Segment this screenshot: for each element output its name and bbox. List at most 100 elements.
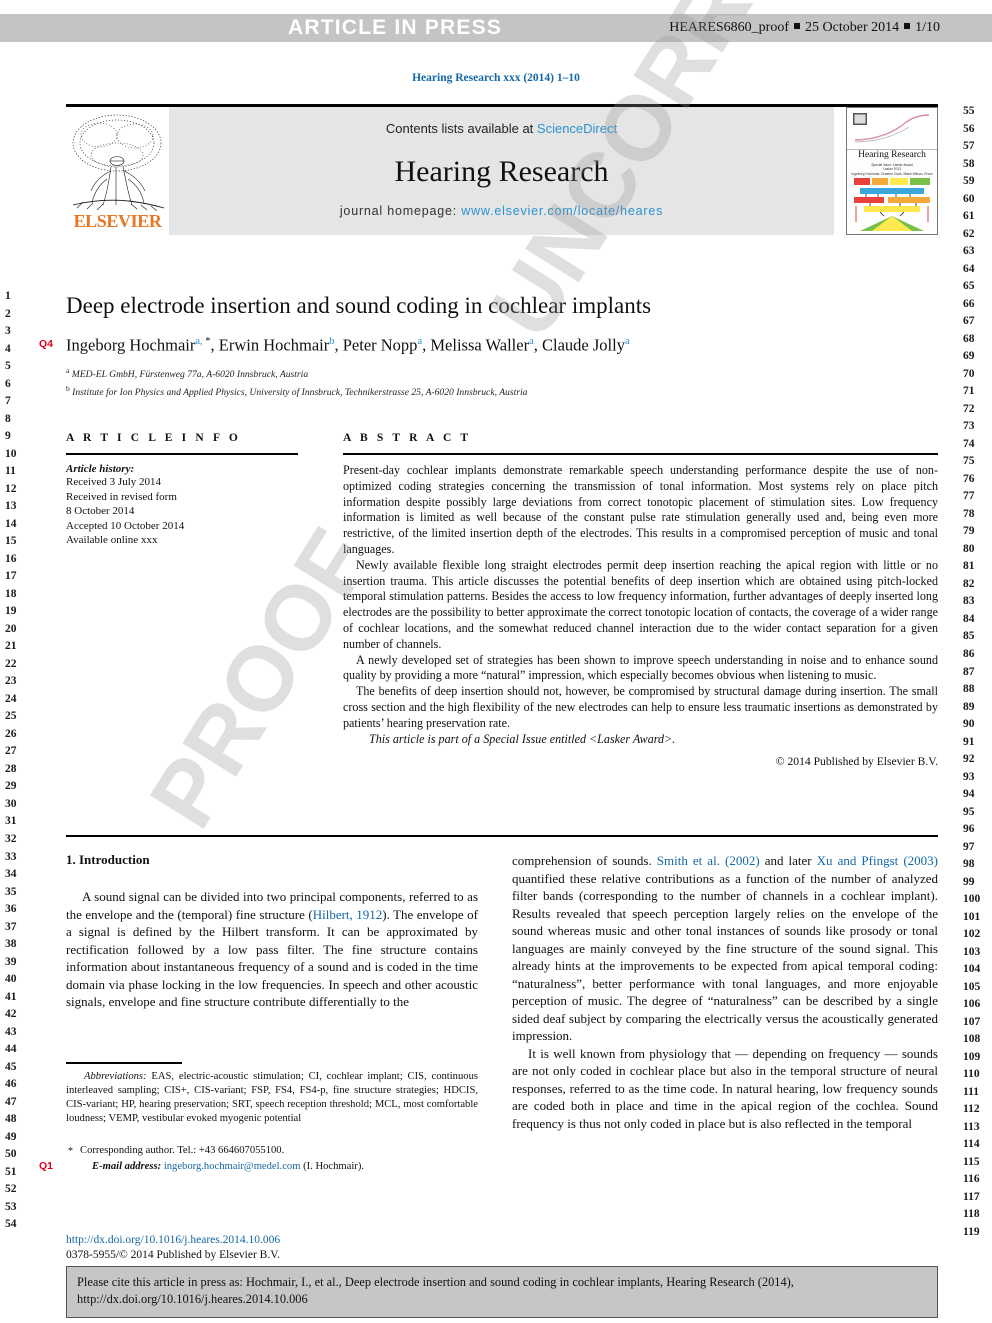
line-number: 93 (963, 770, 975, 783)
line-number: 23 (5, 675, 17, 688)
corresponding-author-text: Corresponding author. Tel.: +43 66460705… (80, 1144, 285, 1156)
line-number: 7 (5, 395, 11, 408)
author-separator: , (334, 335, 343, 355)
author-name: Peter Nopp (342, 335, 418, 355)
abstract-paragraph: A newly developed set of strategies has … (343, 652, 938, 683)
line-number: 64 (963, 262, 975, 275)
query-mark-q4[interactable]: Q4 (39, 338, 53, 350)
line-number: 33 (5, 850, 17, 863)
journal-cover-thumbnail[interactable]: Hearing Research Special Issue: Lasker A… (846, 107, 938, 235)
line-number: 9 (5, 430, 11, 443)
line-number: 10 (5, 447, 17, 460)
line-number: 68 (963, 332, 975, 345)
homepage-prefix: journal homepage: (339, 204, 462, 218)
line-number: 99 (963, 875, 975, 888)
line-number: 55 (963, 105, 975, 117)
cover-diagram-icon (850, 176, 934, 233)
doi-link[interactable]: http://dx.doi.org/10.1016/j.heares.2014.… (66, 1233, 478, 1248)
journal-homepage-link[interactable]: www.elsevier.com/locate/heares (461, 204, 663, 218)
line-number: 107 (963, 1015, 981, 1028)
body-column-right: comprehension of sounds. Smith et al. (2… (512, 852, 938, 1132)
abbreviations-footnote: Abbreviations: EAS, electric-acoustic st… (66, 1070, 478, 1126)
proof-date: 25 October 2014 (805, 20, 900, 35)
line-number: 106 (963, 998, 981, 1011)
email-link[interactable]: ingeborg.hochmair@medel.com (164, 1161, 301, 1172)
line-number: 83 (963, 595, 975, 608)
line-number: 17 (5, 570, 17, 583)
author-list: Ingeborg Hochmaira, *, Erwin Hochmairb, … (66, 331, 896, 357)
line-number: 58 (963, 157, 975, 170)
body-paragraph: It is well known from physiology that — … (512, 1045, 938, 1131)
line-number: 103 (963, 945, 981, 958)
article-history-item: 8 October 2014 (66, 505, 135, 518)
line-number: 72 (963, 402, 975, 415)
abstract-paragraph: The benefits of deep insertion should no… (343, 684, 938, 730)
line-number: 100 (963, 893, 981, 906)
affiliation-marker: a (66, 366, 70, 375)
line-number: 60 (963, 192, 975, 205)
abstract-paragraph: Newly available flexible long straight e… (343, 557, 938, 651)
line-number: 26 (5, 727, 17, 740)
line-number: 49 (5, 1130, 17, 1143)
line-number: 71 (963, 385, 975, 398)
email-footnote: E-mail address: ingeborg.hochmair@medel.… (66, 1160, 478, 1174)
article-info-heading: A R T I C L E I N F O (66, 432, 241, 444)
line-number: 37 (5, 920, 17, 933)
line-number: 36 (5, 903, 17, 916)
email-suffix: (I. Hochmair). (300, 1160, 365, 1172)
line-number: 95 (963, 805, 975, 818)
elsevier-tree-icon (72, 114, 165, 211)
article-history-lines: Received 3 July 2014 Received in revised … (66, 475, 324, 548)
footnote-rule (66, 1062, 182, 1064)
line-number: 39 (5, 955, 17, 968)
line-number: 74 (963, 437, 975, 450)
citation-link[interactable]: Smith et al. (2002) (657, 853, 760, 868)
line-number: 4 (5, 342, 11, 355)
square-separator-icon (794, 23, 801, 29)
line-number: 16 (5, 552, 17, 565)
affiliation-marker: b (66, 383, 70, 393)
line-number: 40 (5, 973, 17, 986)
line-number: 48 (5, 1113, 17, 1126)
article-history-item: Available online xxx (66, 534, 158, 547)
line-number: 53 (5, 1200, 17, 1213)
citation-link[interactable]: Xu and Pfingst (2003) (817, 853, 938, 868)
elsevier-wordmark: ELSEVIER (73, 211, 162, 231)
cite-article-footer: Please cite this article in press as: Ho… (66, 1266, 938, 1318)
masthead-center-panel: Contents lists available at ScienceDirec… (169, 107, 834, 235)
abstract-heading: A B S T R A C T (343, 432, 472, 444)
body-paragraph: comprehension of sounds. Smith et al. (2… (512, 852, 938, 1045)
line-number: 82 (963, 577, 975, 590)
line-number: 25 (5, 710, 17, 723)
line-number: 30 (5, 797, 17, 810)
query-mark-q1[interactable]: Q1 (39, 1160, 53, 1172)
author-separator: , (533, 335, 542, 355)
abbreviations-label: Abbreviations: (84, 1071, 147, 1082)
line-number: 12 (5, 482, 17, 495)
article-history-item: Received 3 July 2014 (66, 476, 162, 488)
article-info-rule (66, 453, 298, 455)
line-number: 110 (963, 1068, 980, 1081)
cover-waveform-icon (853, 113, 930, 143)
line-number: 42 (5, 1008, 17, 1021)
proof-page: 1/10 (915, 20, 940, 35)
footnotes-block: Abbreviations: EAS, electric-acoustic st… (66, 1062, 478, 1174)
line-numbers-right: 55 56 57 58 59 60 61 62 63 64 65 66 67 68 69 70 71 72 73 74… (963, 103, 989, 1242)
doi-block: http://dx.doi.org/10.1016/j.heares.2014.… (66, 1233, 478, 1263)
citation-link[interactable]: Hilbert, 1912 (313, 907, 383, 922)
line-number: 59 (963, 175, 975, 188)
line-number: 2 (5, 307, 11, 320)
sciencedirect-link[interactable]: ScienceDirect (537, 121, 617, 136)
paragraph-text: quantified these relative contributions … (512, 870, 938, 1044)
contents-prefix: Contents lists available at (385, 121, 537, 136)
line-number: 109 (963, 1050, 981, 1063)
line-number: 21 (5, 640, 17, 653)
line-number: 13 (5, 500, 17, 513)
section-heading-introduction: 1. Introduction (66, 852, 150, 867)
line-number: 29 (5, 780, 17, 793)
line-number: 85 (963, 630, 975, 643)
line-number: 104 (963, 963, 981, 976)
line-number: 86 (963, 647, 975, 660)
line-number: 108 (963, 1033, 981, 1046)
masthead: ELSEVIER Contents lists available at Sci… (66, 107, 938, 235)
